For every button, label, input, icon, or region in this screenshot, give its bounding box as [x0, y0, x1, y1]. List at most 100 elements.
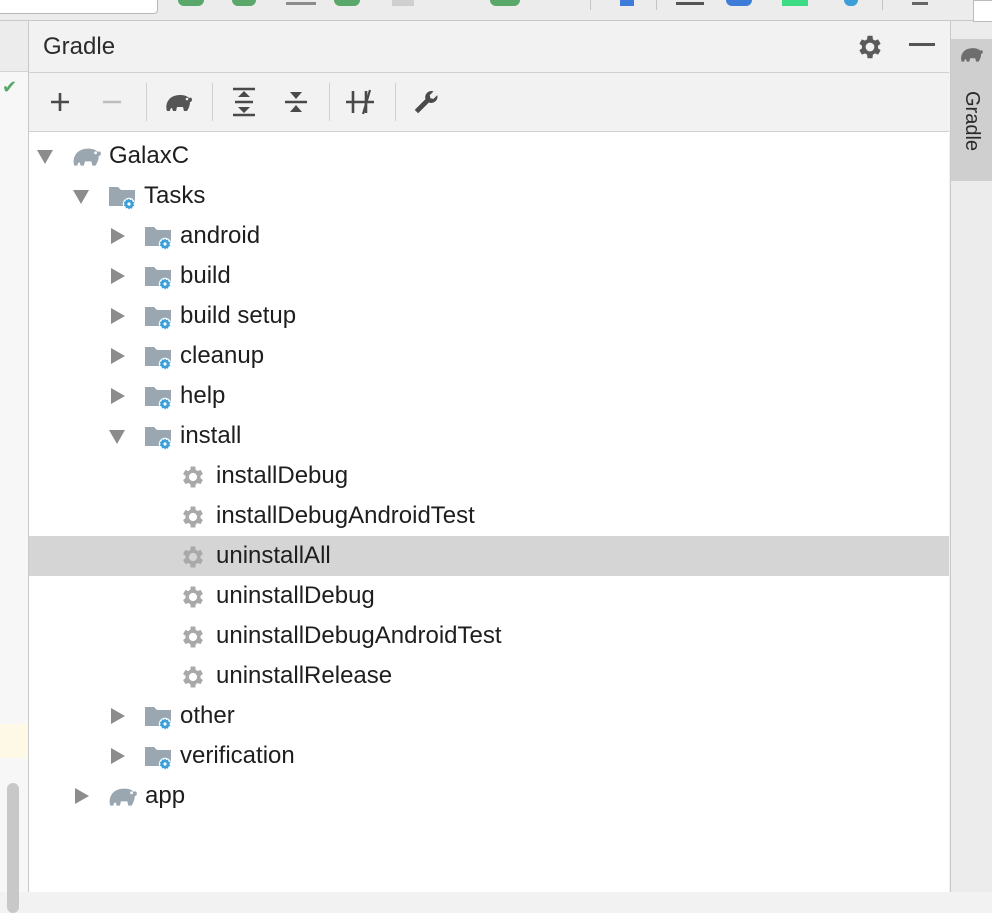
gradle-tool-tab[interactable]: Gradle — [951, 39, 992, 181]
tree-row-android[interactable]: android — [29, 216, 949, 256]
elephant-icon — [961, 48, 983, 62]
expand-arrow-icon[interactable] — [111, 748, 125, 764]
task-folder-icon — [145, 347, 172, 371]
toolbar-icon[interactable] — [392, 0, 414, 6]
folder-icon — [107, 182, 139, 212]
expand-arrow-icon[interactable] — [75, 788, 89, 804]
expand-arrow-icon[interactable] — [111, 708, 125, 724]
expand-arrow-icon[interactable] — [111, 228, 125, 244]
tree-item-label: cleanup — [180, 342, 265, 369]
tree-item-label: build setup — [180, 302, 297, 329]
gear-icon — [183, 506, 203, 528]
wrench-icon — [414, 91, 438, 114]
gear-icon — [183, 546, 203, 568]
task-folder-icon — [145, 227, 172, 251]
task-folder-icon — [145, 747, 172, 771]
minus-icon — [103, 100, 121, 104]
expand-arrow-icon[interactable] — [111, 348, 125, 364]
gradle-tab-label: Gradle — [961, 91, 983, 152]
folder-icon — [143, 702, 175, 732]
tree-row-other[interactable]: other — [29, 696, 949, 736]
toolbar-icon[interactable] — [286, 2, 316, 5]
main-toolbar-strip — [0, 0, 992, 21]
gradle-elephant-icon — [73, 148, 101, 166]
folder-icon — [143, 382, 175, 412]
run-config-field[interactable] — [0, 0, 158, 14]
execute-gradle-task-button[interactable] — [161, 85, 195, 119]
gradle-elephant-icon — [109, 788, 137, 806]
tree-row-build[interactable]: build — [29, 256, 949, 296]
toolbar-icon[interactable] — [912, 2, 928, 5]
folder-icon — [143, 222, 175, 252]
collapse-all-button[interactable] — [279, 85, 313, 119]
folder-icon — [143, 302, 175, 332]
offline-mode-icon — [346, 89, 374, 115]
tree-item-label: verification — [180, 742, 295, 769]
folder-icon — [143, 422, 175, 452]
toolbar-icon[interactable] — [782, 0, 808, 6]
tree-row-uninstallall[interactable]: uninstallAll — [29, 536, 949, 576]
tree-item-label: help — [180, 382, 226, 409]
tree-row-app[interactable]: app — [29, 776, 949, 816]
task-gear-icon — [179, 663, 211, 693]
tree-item-label: uninstallDebug — [216, 582, 375, 609]
task-folder-icon — [145, 427, 172, 451]
toolbar-icon[interactable] — [490, 0, 520, 6]
project-icon — [69, 142, 101, 172]
toolbar-icon[interactable] — [232, 0, 256, 6]
elephant-icon — [166, 95, 192, 111]
gear-icon — [859, 35, 881, 59]
scrollbar[interactable] — [7, 783, 19, 913]
toggle-offline-mode-button[interactable] — [343, 85, 377, 119]
toolbar-icon[interactable] — [844, 0, 858, 6]
add-button[interactable] — [43, 85, 77, 119]
toolbar-icon[interactable] — [676, 2, 704, 5]
tree-row-uninstallrelease[interactable]: uninstallRelease — [29, 656, 949, 696]
tree-row-uninstalldebug[interactable]: uninstallDebug — [29, 576, 949, 616]
build-tool-settings-button[interactable] — [409, 85, 443, 119]
tree-row-installdebugandroidtest[interactable]: installDebugAndroidTest — [29, 496, 949, 536]
tree-row-tasks[interactable]: Tasks — [29, 176, 949, 216]
tree-row-uninstalldebugandroidtest[interactable]: uninstallDebugAndroidTest — [29, 616, 949, 656]
tree-item-label: android — [180, 222, 261, 249]
tree-row-verification[interactable]: verification — [29, 736, 949, 776]
tree-row-build-setup[interactable]: build setup — [29, 296, 949, 336]
tree-row-galaxc[interactable]: GalaxC — [29, 136, 949, 176]
task-folder-icon — [109, 187, 136, 211]
toolbar-icon[interactable] — [334, 0, 360, 6]
task-gear-icon — [179, 623, 211, 653]
collapse-arrow-icon[interactable] — [37, 150, 53, 164]
tree-item-label: GalaxC — [109, 142, 190, 169]
tree-row-help[interactable]: help — [29, 376, 949, 416]
toolbar-icon[interactable] — [620, 0, 634, 6]
tree-item-label: Tasks — [144, 182, 206, 209]
hide-panel-button[interactable] — [909, 43, 935, 46]
collapse-arrow-icon[interactable] — [73, 190, 89, 204]
expand-all-icon — [233, 87, 255, 117]
folder-icon — [143, 742, 175, 772]
tree-item-label: uninstallDebugAndroidTest — [216, 622, 502, 649]
toolbar-icon[interactable] — [726, 0, 752, 6]
folder-icon — [143, 262, 175, 292]
task-folder-icon — [145, 267, 172, 291]
gradle-tool-window: Gradle GalaxC Tasks android build build … — [29, 21, 949, 892]
tree-row-cleanup[interactable]: cleanup — [29, 336, 949, 376]
tree-row-installdebug[interactable]: installDebug — [29, 456, 949, 496]
expand-all-button[interactable] — [227, 85, 261, 119]
gear-icon — [183, 586, 203, 608]
project-icon — [105, 782, 137, 812]
toolbar-icon[interactable] — [178, 0, 204, 6]
expand-arrow-icon[interactable] — [111, 388, 125, 404]
tree-item-label: installDebug — [216, 462, 349, 489]
task-gear-icon — [179, 583, 211, 613]
gear-icon — [183, 666, 203, 688]
settings-button[interactable] — [855, 32, 885, 62]
right-tool-strip: Gradle — [950, 0, 992, 892]
panel-header: Gradle — [29, 21, 949, 73]
collapse-arrow-icon[interactable] — [109, 430, 125, 444]
remove-button[interactable] — [95, 85, 129, 119]
expand-arrow-icon[interactable] — [111, 308, 125, 324]
expand-arrow-icon[interactable] — [111, 268, 125, 284]
highlighted-line — [0, 724, 28, 758]
tree-row-install[interactable]: install — [29, 416, 949, 456]
